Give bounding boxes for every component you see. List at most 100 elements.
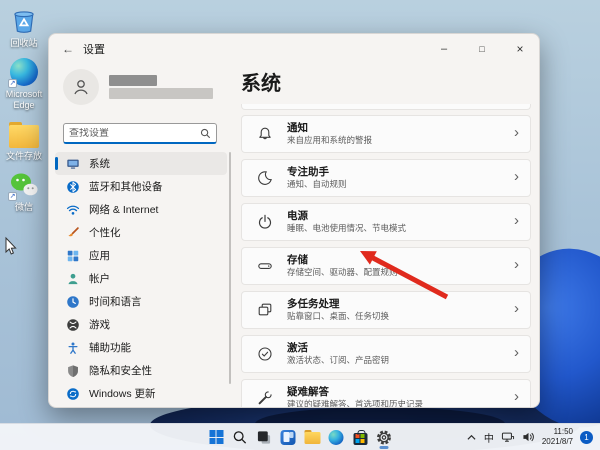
sidebar-item-label: 网络 & Internet xyxy=(89,204,159,216)
sidebar-item-apps[interactable]: 应用 xyxy=(55,244,227,267)
chevron-right-icon: › xyxy=(514,256,519,274)
card-title: 专注助手 xyxy=(287,165,329,178)
window-titlebar[interactable]: ← 设置 – □ × xyxy=(49,34,539,64)
task-view-icon xyxy=(257,430,271,444)
sidebar-item-accessibility[interactable]: 辅助功能 xyxy=(55,336,227,359)
card-subtitle: 贴靠窗口、桌面、任务切换 xyxy=(287,311,390,322)
search-input[interactable] xyxy=(69,127,200,139)
sidebar-item-privacy-security[interactable]: 隐私和安全性 xyxy=(55,359,227,382)
start-button[interactable] xyxy=(205,425,228,450)
microsoft-store-button[interactable] xyxy=(349,425,372,450)
taskbar: 中 11:50 2021/8/7 1 xyxy=(0,423,600,450)
brush-icon xyxy=(66,226,80,240)
network-icon[interactable] xyxy=(501,431,515,443)
card-focus-assist[interactable]: 专注助手 通知、自动规则 › xyxy=(241,159,531,197)
chevron-right-icon: › xyxy=(514,344,519,362)
sidebar-item-time-language[interactable]: 时间和语言 xyxy=(55,290,227,313)
search-icon xyxy=(200,128,211,138)
card-troubleshoot[interactable]: 疑难解答 建议的疑难解答、首选项和历史记录 › xyxy=(241,379,531,407)
card-subtitle: 来自应用和系统的警报 xyxy=(287,135,373,146)
desktop: 回收站 ↗ Microsoft Edge 文件存放 ↗ 微信 ← 设置 – □ … xyxy=(0,0,600,450)
show-hidden-icons-chevron[interactable] xyxy=(466,433,477,442)
moon-icon xyxy=(258,171,272,185)
file-explorer-icon xyxy=(304,429,320,444)
desktop-icon-folder[interactable]: 文件存放 xyxy=(1,119,47,161)
accessibility-person-icon xyxy=(66,341,80,355)
wifi-icon xyxy=(66,203,80,217)
settings-main-panel: 系统 通知 来自应用和系统的警报 › 专注助手 通知、自动规则 › 电源 睡眠、… xyxy=(241,64,539,407)
sidebar-item-network-internet[interactable]: 网络 & Internet xyxy=(55,198,227,221)
drive-icon xyxy=(258,263,272,269)
recycle-bin-icon xyxy=(9,6,39,36)
chevron-right-icon: › xyxy=(514,212,519,230)
folder-icon xyxy=(9,119,39,149)
card-title: 激活 xyxy=(287,341,308,354)
card-title: 多任务处理 xyxy=(287,297,340,310)
maximize-button[interactable]: □ xyxy=(463,34,501,64)
settings-window: ← 设置 – □ × 查找设置 系统 蓝牙和其他设备 网络 & Internet… xyxy=(48,33,540,408)
card-storage[interactable]: 存储 存储空间、驱动器、配置规则 › xyxy=(241,247,531,285)
close-button[interactable]: × xyxy=(501,34,539,64)
sidebar-item-accounts[interactable]: 帐户 xyxy=(55,267,227,290)
card-power[interactable]: 电源 睡眠、电池使用情况、节电模式 › xyxy=(241,203,531,241)
user-profile[interactable] xyxy=(63,69,213,105)
file-explorer-button[interactable] xyxy=(301,425,324,450)
sidebar-item-label: 个性化 xyxy=(89,227,121,239)
windows-logo-icon xyxy=(209,430,223,444)
card-activation[interactable]: 激活 激活状态、订阅、产品密钥 › xyxy=(241,335,531,373)
gear-icon xyxy=(377,430,391,444)
card-multitasking[interactable]: 多任务处理 贴靠窗口、桌面、任务切换 › xyxy=(241,291,531,329)
settings-sidebar: 系统 蓝牙和其他设备 网络 & Internet 个性化 xyxy=(49,64,235,407)
chevron-right-icon: › xyxy=(514,388,519,406)
ime-indicator[interactable]: 中 xyxy=(484,430,494,445)
window-title: 设置 xyxy=(83,44,105,56)
checkmark-circle-icon xyxy=(258,347,272,361)
desktop-icon-edge[interactable]: ↗ Microsoft Edge xyxy=(1,57,47,110)
update-arrows-icon xyxy=(66,387,80,401)
sidebar-item-windows-update[interactable]: Windows 更新 xyxy=(55,382,227,405)
sidebar-item-system[interactable]: 系统 xyxy=(55,152,227,175)
desktop-icon-label: 文件存放 xyxy=(5,151,42,162)
user-name-redacted xyxy=(109,75,213,99)
desktop-icon-wechat[interactable]: ↗ 微信 xyxy=(1,170,47,212)
sidebar-item-label: 系统 xyxy=(89,158,110,170)
wechat-icon: ↗ xyxy=(8,170,39,202)
speaker-icon[interactable] xyxy=(522,431,535,443)
settings-taskbar-button[interactable] xyxy=(373,425,396,450)
minimize-button[interactable]: – xyxy=(425,34,463,64)
sidebar-item-label: 时间和语言 xyxy=(89,296,142,308)
card-notifications[interactable]: 通知 来自应用和系统的警报 › xyxy=(241,115,531,153)
chevron-right-icon: › xyxy=(514,300,519,318)
edge-icon xyxy=(328,429,344,445)
sidebar-scrollbar[interactable] xyxy=(229,152,231,384)
scrolled-card-edge xyxy=(241,104,531,110)
sidebar-item-label: 蓝牙和其他设备 xyxy=(89,181,163,193)
task-view-button[interactable] xyxy=(253,425,276,450)
widgets-button[interactable] xyxy=(277,425,300,450)
settings-search xyxy=(63,123,217,144)
sidebar-item-label: Windows 更新 xyxy=(89,388,156,400)
desktop-icon-column: 回收站 ↗ Microsoft Edge 文件存放 ↗ 微信 xyxy=(1,6,47,213)
sidebar-item-gaming[interactable]: 游戏 xyxy=(55,313,227,336)
desktop-icon-recycle-bin[interactable]: 回收站 xyxy=(1,6,47,48)
person-icon xyxy=(66,272,80,286)
system-icon xyxy=(66,157,80,171)
sidebar-item-bluetooth-devices[interactable]: 蓝牙和其他设备 xyxy=(55,175,227,198)
search-icon xyxy=(233,430,247,444)
page-title: 系统 xyxy=(241,73,281,95)
clock[interactable]: 11:50 2021/8/7 xyxy=(542,427,573,447)
clock-icon xyxy=(66,295,80,309)
bell-icon xyxy=(259,127,271,140)
sidebar-nav: 系统 蓝牙和其他设备 网络 & Internet 个性化 应用 帐户 时间和语言… xyxy=(55,152,227,405)
back-button[interactable]: ← xyxy=(53,42,83,56)
bluetooth-icon xyxy=(66,180,80,194)
card-subtitle: 存储空间、驱动器、配置规则 xyxy=(287,267,398,278)
notification-badge[interactable]: 1 xyxy=(580,430,593,444)
widgets-icon xyxy=(280,429,296,445)
sidebar-item-personalization[interactable]: 个性化 xyxy=(55,221,227,244)
taskbar-search-button[interactable] xyxy=(229,425,252,450)
edge-button[interactable] xyxy=(325,425,348,450)
sidebar-item-label: 隐私和安全性 xyxy=(89,365,152,377)
store-icon xyxy=(353,429,367,445)
avatar xyxy=(63,69,99,105)
